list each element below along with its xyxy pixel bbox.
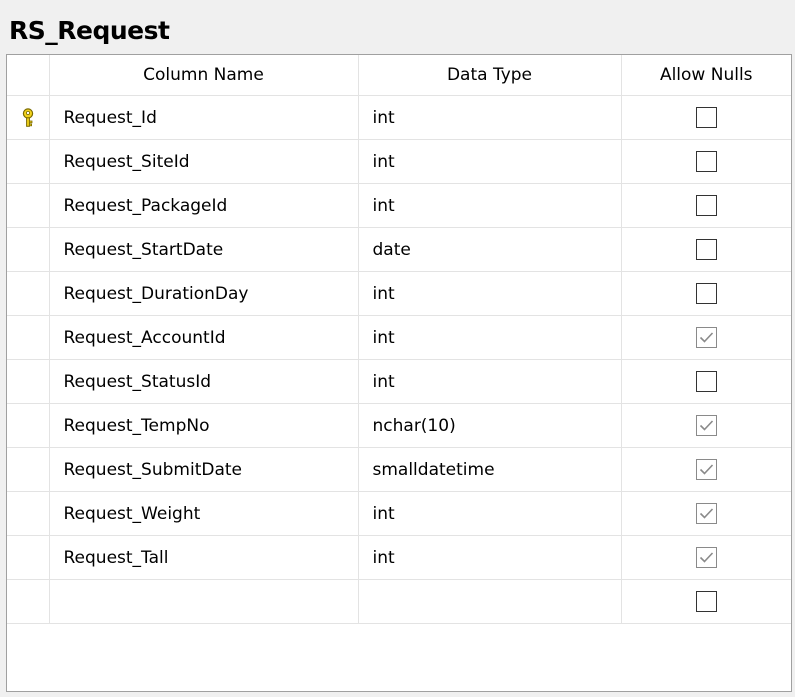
column-name-cell[interactable]: Request_DurationDay [49,271,359,316]
table-title: RS_Request [9,16,170,45]
allow-nulls-checkbox[interactable] [695,151,717,172]
row-selector[interactable] [7,95,50,140]
table-row[interactable]: Request_Weight int [7,491,791,536]
allow-nulls-cell [621,579,791,624]
data-type-cell[interactable]: int [358,491,622,536]
row-selector[interactable] [7,403,50,448]
checkmark-icon [699,552,713,563]
column-name-cell[interactable]: Request_PackageId [49,183,359,228]
allow-nulls-checkbox[interactable] [695,239,717,260]
allow-nulls-cell [621,139,791,184]
allow-nulls-checkbox-checked[interactable] [695,547,717,568]
column-name-cell[interactable]: Request_SiteId [49,139,359,184]
checkmark-icon [699,420,713,431]
column-name-cell[interactable]: Request_StartDate [49,227,359,272]
table-row[interactable]: Request_StatusId int [7,359,791,404]
table-row[interactable]: Request_Id int [7,95,791,140]
checkmark-icon [699,332,713,343]
table-row[interactable]: Request_SiteId int [7,139,791,184]
column-grid-table: Column Name Data Type Allow Nulls Reques… [7,55,791,624]
allow-nulls-cell [621,535,791,580]
column-name-cell[interactable]: Request_StatusId [49,359,359,404]
allow-nulls-checkbox-checked[interactable] [695,459,717,480]
column-name-cell[interactable]: Request_AccountId [49,315,359,360]
data-type-cell[interactable]: smalldatetime [358,447,622,492]
data-type-cell[interactable]: nchar(10) [358,403,622,448]
row-selector[interactable] [7,579,50,624]
column-name-cell[interactable]: Request_Weight [49,491,359,536]
row-selector[interactable] [7,535,50,580]
column-grid: Column Name Data Type Allow Nulls Reques… [6,54,792,692]
allow-nulls-checkbox[interactable] [695,371,717,392]
table-row[interactable]: Request_Tall int [7,535,791,580]
allow-nulls-cell [621,271,791,316]
allow-nulls-checkbox[interactable] [695,195,717,216]
table-row[interactable] [7,579,791,624]
row-selector[interactable] [7,271,50,316]
column-name-cell[interactable] [49,579,359,624]
allow-nulls-checkbox[interactable] [695,107,717,128]
allow-nulls-cell [621,227,791,272]
allow-nulls-header[interactable]: Allow Nulls [621,55,791,96]
checkmark-icon [699,508,713,519]
data-type-cell[interactable]: int [358,535,622,580]
allow-nulls-cell [621,447,791,492]
data-type-cell[interactable]: int [358,95,622,140]
column-name-cell[interactable]: Request_Id [49,95,359,140]
table-row[interactable]: Request_StartDate date [7,227,791,272]
allow-nulls-cell [621,491,791,536]
column-name-cell[interactable]: Request_SubmitDate [49,447,359,492]
allow-nulls-cell [621,359,791,404]
grid-header-row: Column Name Data Type Allow Nulls [7,55,791,96]
table-row[interactable]: Request_SubmitDate smalldatetime [7,447,791,492]
row-selector[interactable] [7,183,50,228]
data-type-cell[interactable]: int [358,183,622,228]
allow-nulls-cell [621,183,791,228]
column-name-cell[interactable]: Request_Tall [49,535,359,580]
data-type-cell[interactable]: int [358,359,622,404]
data-type-cell[interactable]: date [358,227,622,272]
data-type-cell[interactable]: int [358,315,622,360]
grid-body: Request_Id int Request_SiteId int Request_Pa… [7,95,791,624]
allow-nulls-cell [621,95,791,140]
table-row[interactable]: Request_PackageId int [7,183,791,228]
data-type-cell[interactable]: int [358,139,622,184]
allow-nulls-cell [621,403,791,448]
row-selector[interactable] [7,447,50,492]
row-selector[interactable] [7,139,50,184]
row-selector[interactable] [7,491,50,536]
table-designer-window: RS_Request Column Name Data Type Allow N… [0,0,795,697]
table-row[interactable]: Request_AccountId int [7,315,791,360]
row-selector[interactable] [7,359,50,404]
allow-nulls-checkbox[interactable] [695,283,717,304]
allow-nulls-checkbox-checked[interactable] [695,503,717,524]
row-selector-header [7,55,50,96]
allow-nulls-cell [621,315,791,360]
allow-nulls-checkbox-checked[interactable] [695,327,717,348]
table-row[interactable]: Request_TempNo nchar(10) [7,403,791,448]
table-row[interactable]: Request_DurationDay int [7,271,791,316]
row-selector[interactable] [7,315,50,360]
data-type-cell[interactable] [358,579,622,624]
checkmark-icon [699,464,713,475]
allow-nulls-checkbox-checked[interactable] [695,415,717,436]
column-name-header[interactable]: Column Name [49,55,359,96]
data-type-header[interactable]: Data Type [358,55,622,96]
data-type-cell[interactable]: int [358,271,622,316]
row-selector[interactable] [7,227,50,272]
primary-key-icon [21,107,35,128]
allow-nulls-checkbox[interactable] [695,591,717,612]
column-name-cell[interactable]: Request_TempNo [49,403,359,448]
